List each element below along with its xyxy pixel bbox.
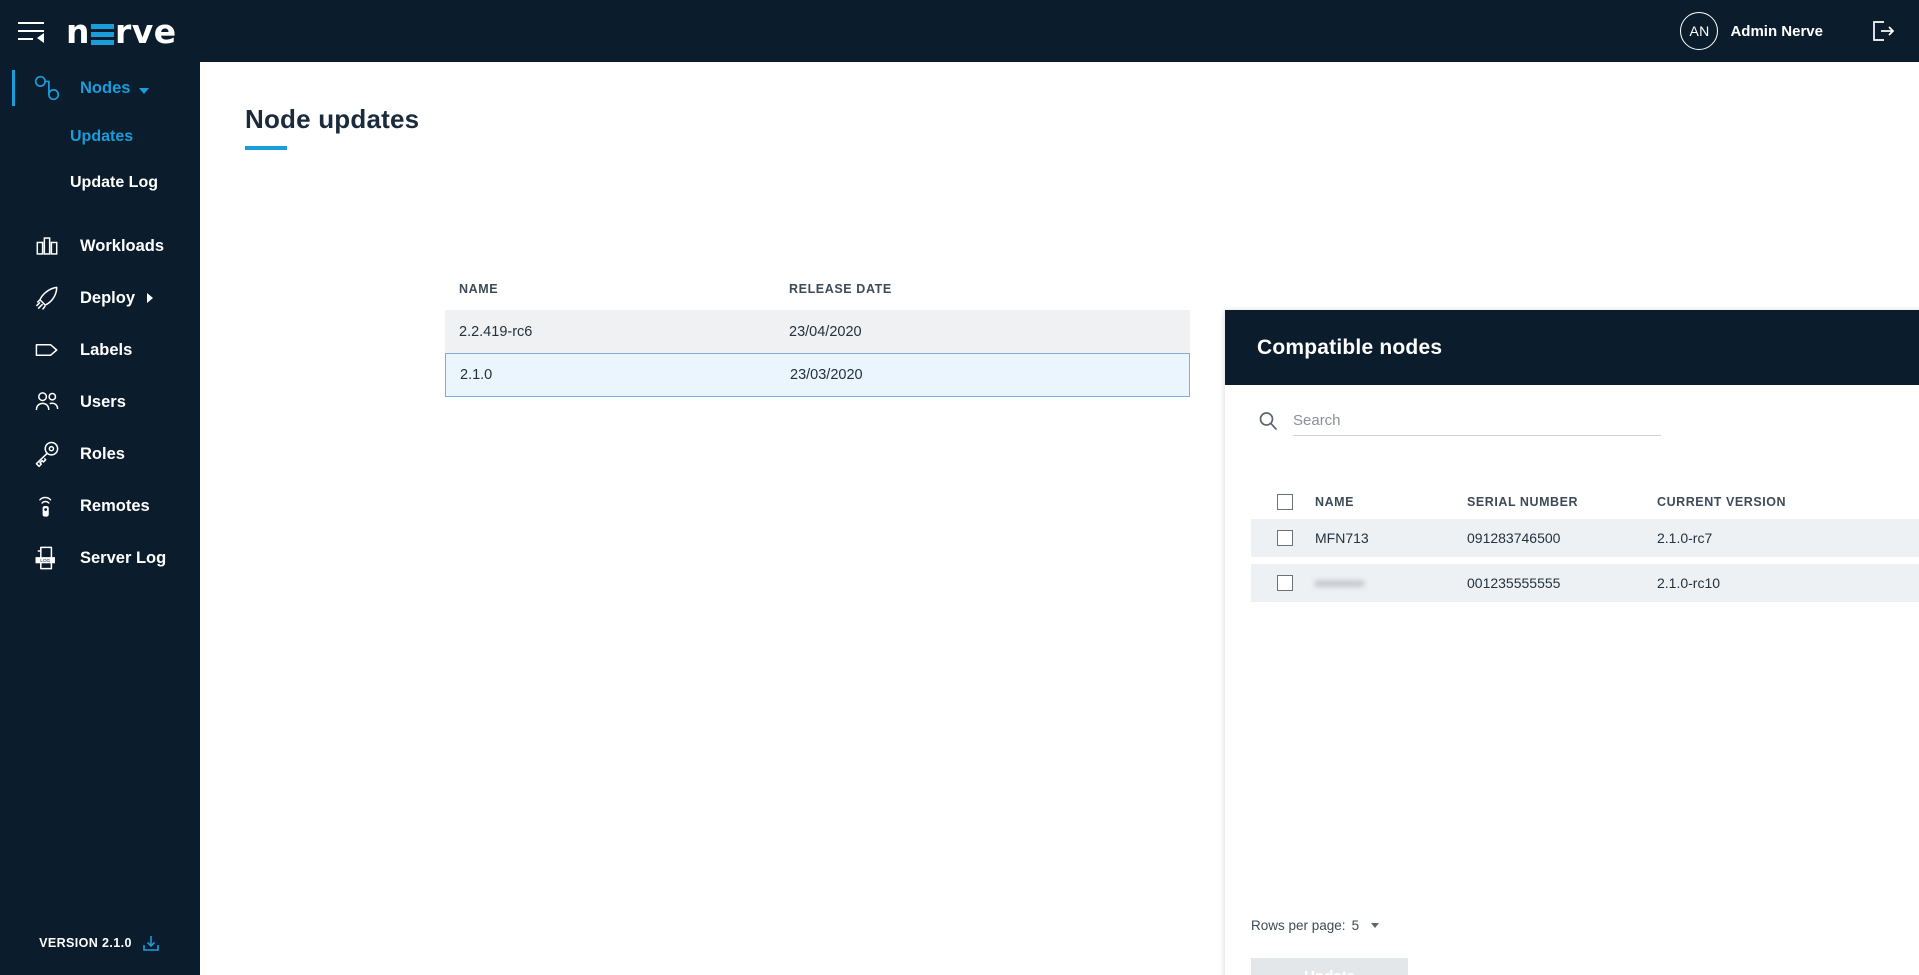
column-header-serial-number: SERIAL NUMBER [1467, 495, 1579, 509]
download-icon[interactable] [141, 933, 161, 953]
page-title: Node updates [245, 104, 420, 134]
cell-name: 2.2.419-rc6 [459, 323, 533, 340]
top-bar: n rve AN Admin Nerve [0, 0, 1919, 62]
avatar[interactable]: AN [1680, 12, 1719, 50]
row-checkbox[interactable] [1277, 575, 1293, 591]
logo-e-glyph [91, 23, 114, 45]
active-accent-bar [12, 70, 15, 106]
rows-per-page-selector[interactable]: Rows per page: 5 [1251, 917, 1380, 933]
version-label: VERSION 2.1.0 [0, 933, 200, 953]
sidebar-item-label: Nodes [80, 78, 131, 97]
sidebar-item-labels[interactable]: Labels [0, 324, 200, 376]
sidebar-item-label: Roles [80, 444, 125, 463]
compatible-nodes-panel: Compatible nodes NAME SERIAL NU [1225, 310, 1919, 975]
rows-per-page-label: Rows per page: [1251, 917, 1346, 933]
column-header-release-date: RELEASE DATE [789, 282, 892, 296]
table-row-selected[interactable]: 2.1.0 23/03/2020 [445, 353, 1190, 397]
nodes-table: NAME SERIAL NUMBER CURRENT VERSION MFN71… [1251, 485, 1919, 609]
row-select-cell [1259, 575, 1315, 591]
svg-text:LOG: LOG [40, 558, 50, 564]
app-logo: n rve [66, 11, 177, 51]
logout-icon[interactable] [1869, 18, 1895, 44]
column-header-name: NAME [459, 282, 499, 296]
table-row[interactable]: 2.2.419-rc6 23/04/2020 [445, 310, 1190, 353]
table-row[interactable]: •••••••••• 001235555555 2.1.0-rc10 [1251, 564, 1919, 602]
panel-header: Compatible nodes [1225, 310, 1919, 385]
search-icon [1257, 410, 1279, 432]
cell-current-version: 2.1.0-rc10 [1657, 575, 1721, 591]
remotes-icon [30, 489, 64, 523]
column-header-name: NAME [1315, 495, 1355, 509]
nodes-icon [30, 71, 64, 105]
cell-name: MFN713 [1315, 530, 1369, 546]
pagination-bar: Rows per page: 5 1 [1251, 912, 1919, 938]
select-all-checkbox[interactable] [1277, 494, 1293, 510]
row-checkbox[interactable] [1277, 530, 1293, 546]
select-all-cell [1259, 494, 1315, 510]
sidebar: Nodes Updates Update Log Workloads Deplo… [0, 62, 200, 975]
sidebar-item-roles[interactable]: Roles [0, 428, 200, 480]
sidebar-item-label: Workloads [80, 236, 165, 255]
cell-current-version: 2.1.0-rc7 [1657, 530, 1713, 546]
sidebar-item-users[interactable]: Users [0, 376, 200, 428]
rows-per-page-value: 5 [1351, 917, 1360, 933]
sidebar-item-server-log[interactable]: LOG Server Log [0, 532, 200, 584]
menu-toggle-icon[interactable] [18, 20, 44, 43]
updates-table: NAME RELEASE DATE 2.2.419-rc6 23/04/2020… [445, 282, 1190, 397]
table-row[interactable]: MFN713 091283746500 2.1.0-rc7 [1251, 519, 1919, 557]
sidebar-item-label: Labels [80, 340, 133, 359]
server-log-icon: LOG [30, 541, 64, 575]
version-text: VERSION 2.1.0 [39, 936, 132, 950]
sidebar-item-remotes[interactable]: Remotes [0, 480, 200, 532]
workloads-icon [30, 229, 64, 263]
cell-release-date: 23/03/2020 [790, 367, 863, 383]
cell-name-redacted: •••••••••• [1315, 575, 1365, 591]
sidebar-item-label: Deploy [80, 288, 136, 307]
update-button[interactable]: Update [1251, 958, 1408, 975]
deploy-icon [30, 281, 64, 315]
nodes-table-header: NAME SERIAL NUMBER CURRENT VERSION [1251, 485, 1919, 519]
roles-icon [30, 437, 64, 471]
labels-icon [30, 333, 64, 367]
sidebar-item-deploy[interactable]: Deploy [0, 272, 200, 324]
search-input[interactable] [1293, 412, 1661, 436]
cell-release-date: 23/04/2020 [789, 323, 862, 340]
cell-serial-number: 001235555555 [1467, 575, 1561, 591]
column-header-current-version: CURRENT VERSION [1657, 495, 1787, 509]
sidebar-item-workloads[interactable]: Workloads [0, 220, 200, 272]
sidebar-subitem-label: Update Log [70, 174, 158, 191]
sidebar-item-nodes[interactable]: Nodes [0, 62, 200, 114]
sidebar-item-label: Server Log [80, 548, 167, 567]
top-bar-right: AN Admin Nerve [1680, 12, 1895, 50]
row-select-cell [1259, 530, 1315, 546]
app-root: n rve AN Admin Nerve Nodes Updates Updat… [0, 0, 1919, 975]
chevron-down-icon[interactable] [1371, 922, 1380, 928]
chevron-down-icon[interactable] [139, 88, 150, 94]
sidebar-subitem-label: Updates [70, 128, 134, 145]
sidebar-subitem-updates[interactable]: Updates [0, 114, 200, 160]
sidebar-item-label: Remotes [80, 496, 150, 515]
brand-name: n rve [66, 11, 177, 51]
page-title-underline [245, 146, 287, 150]
chevron-right-icon[interactable] [147, 293, 154, 303]
sidebar-item-label: Users [80, 392, 126, 411]
panel-title: Compatible nodes [1257, 335, 1443, 359]
user-name: Admin Nerve [1730, 22, 1823, 40]
main-content: Node updates NAME RELEASE DATE 2.2.419-r… [200, 62, 1919, 975]
cell-serial-number: 091283746500 [1467, 530, 1561, 546]
sidebar-subitem-update-log[interactable]: Update Log [0, 160, 200, 206]
avatar-initials: AN [1689, 23, 1710, 39]
users-icon [30, 385, 64, 419]
updates-table-header: NAME RELEASE DATE [445, 282, 1190, 310]
cell-name: 2.1.0 [460, 367, 493, 383]
search-bar [1257, 410, 1661, 436]
